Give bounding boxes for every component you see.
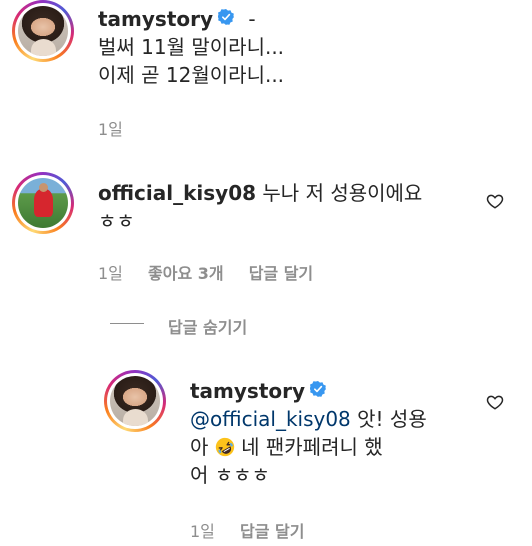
post-caption-line-1: 벌써 11월 말이라니... bbox=[98, 35, 285, 59]
reply-mention-link[interactable]: @official_kisy08 bbox=[190, 407, 351, 431]
rolling-on-the-floor-laughing-emoji-icon bbox=[215, 437, 234, 457]
reply-time[interactable]: 1일 bbox=[190, 522, 215, 541]
comment-likes-count[interactable]: 좋아요 3개 bbox=[148, 264, 224, 283]
avatar-photo bbox=[18, 6, 68, 56]
reply-reply-button[interactable]: 답글 달기 bbox=[240, 522, 304, 541]
hide-replies-label[interactable]: 답글 숨기기 bbox=[168, 318, 247, 337]
post-caption-line-2: 이제 곧 12월이라니... bbox=[98, 63, 285, 87]
reply-avatar[interactable] bbox=[104, 370, 166, 432]
reply-username[interactable]: tamystory bbox=[190, 379, 305, 403]
post-time[interactable]: 1일 bbox=[98, 120, 123, 139]
comment-reply-button[interactable]: 답글 달기 bbox=[249, 264, 313, 283]
comment-meta: 1일 좋아요 3개 답글 달기 bbox=[98, 260, 333, 284]
verified-badge-icon bbox=[310, 381, 327, 397]
reply-text-line-2-pre: 아 bbox=[190, 435, 215, 459]
hide-replies-divider bbox=[110, 323, 144, 324]
reply-text-line-2-post: 네 팬카페려니 했 bbox=[234, 435, 383, 459]
comment-text-line-1: 누나 저 성용이에요 bbox=[262, 181, 423, 205]
post-avatar[interactable] bbox=[12, 0, 74, 62]
reply-text-line-1-rest: 앗! 성용 bbox=[350, 407, 427, 431]
post-meta: 1일 bbox=[98, 116, 143, 140]
avatar-photo bbox=[18, 178, 68, 228]
hide-replies-button[interactable]: 답글 숨기기 bbox=[168, 314, 267, 338]
avatar-photo bbox=[110, 376, 160, 426]
comment-line-1: official_kisy08 누나 저 성용이에요 bbox=[98, 180, 422, 206]
post-header: tamystory - bbox=[98, 6, 256, 32]
reply-text-line-3: 어 ㅎㅎㅎ bbox=[190, 463, 270, 487]
reply-text-line-1: @official_kisy08 앗! 성용 bbox=[190, 406, 427, 432]
post-separator: - bbox=[248, 7, 256, 31]
reply-meta: 1일 답글 달기 bbox=[190, 518, 324, 542]
post-username[interactable]: tamystory bbox=[98, 7, 213, 31]
comment-like-heart-icon[interactable] bbox=[486, 192, 504, 210]
comment-time[interactable]: 1일 bbox=[98, 264, 123, 283]
reply-like-heart-icon[interactable] bbox=[486, 393, 504, 411]
reply-header: tamystory bbox=[190, 378, 327, 404]
comment-text-line-2: ㅎㅎ bbox=[98, 209, 135, 233]
comment-avatar[interactable] bbox=[12, 172, 74, 234]
reply-text-line-2: 아 네 팬카페려니 했 bbox=[190, 434, 383, 460]
verified-badge-icon bbox=[218, 9, 235, 25]
comment-username[interactable]: official_kisy08 bbox=[98, 181, 256, 205]
